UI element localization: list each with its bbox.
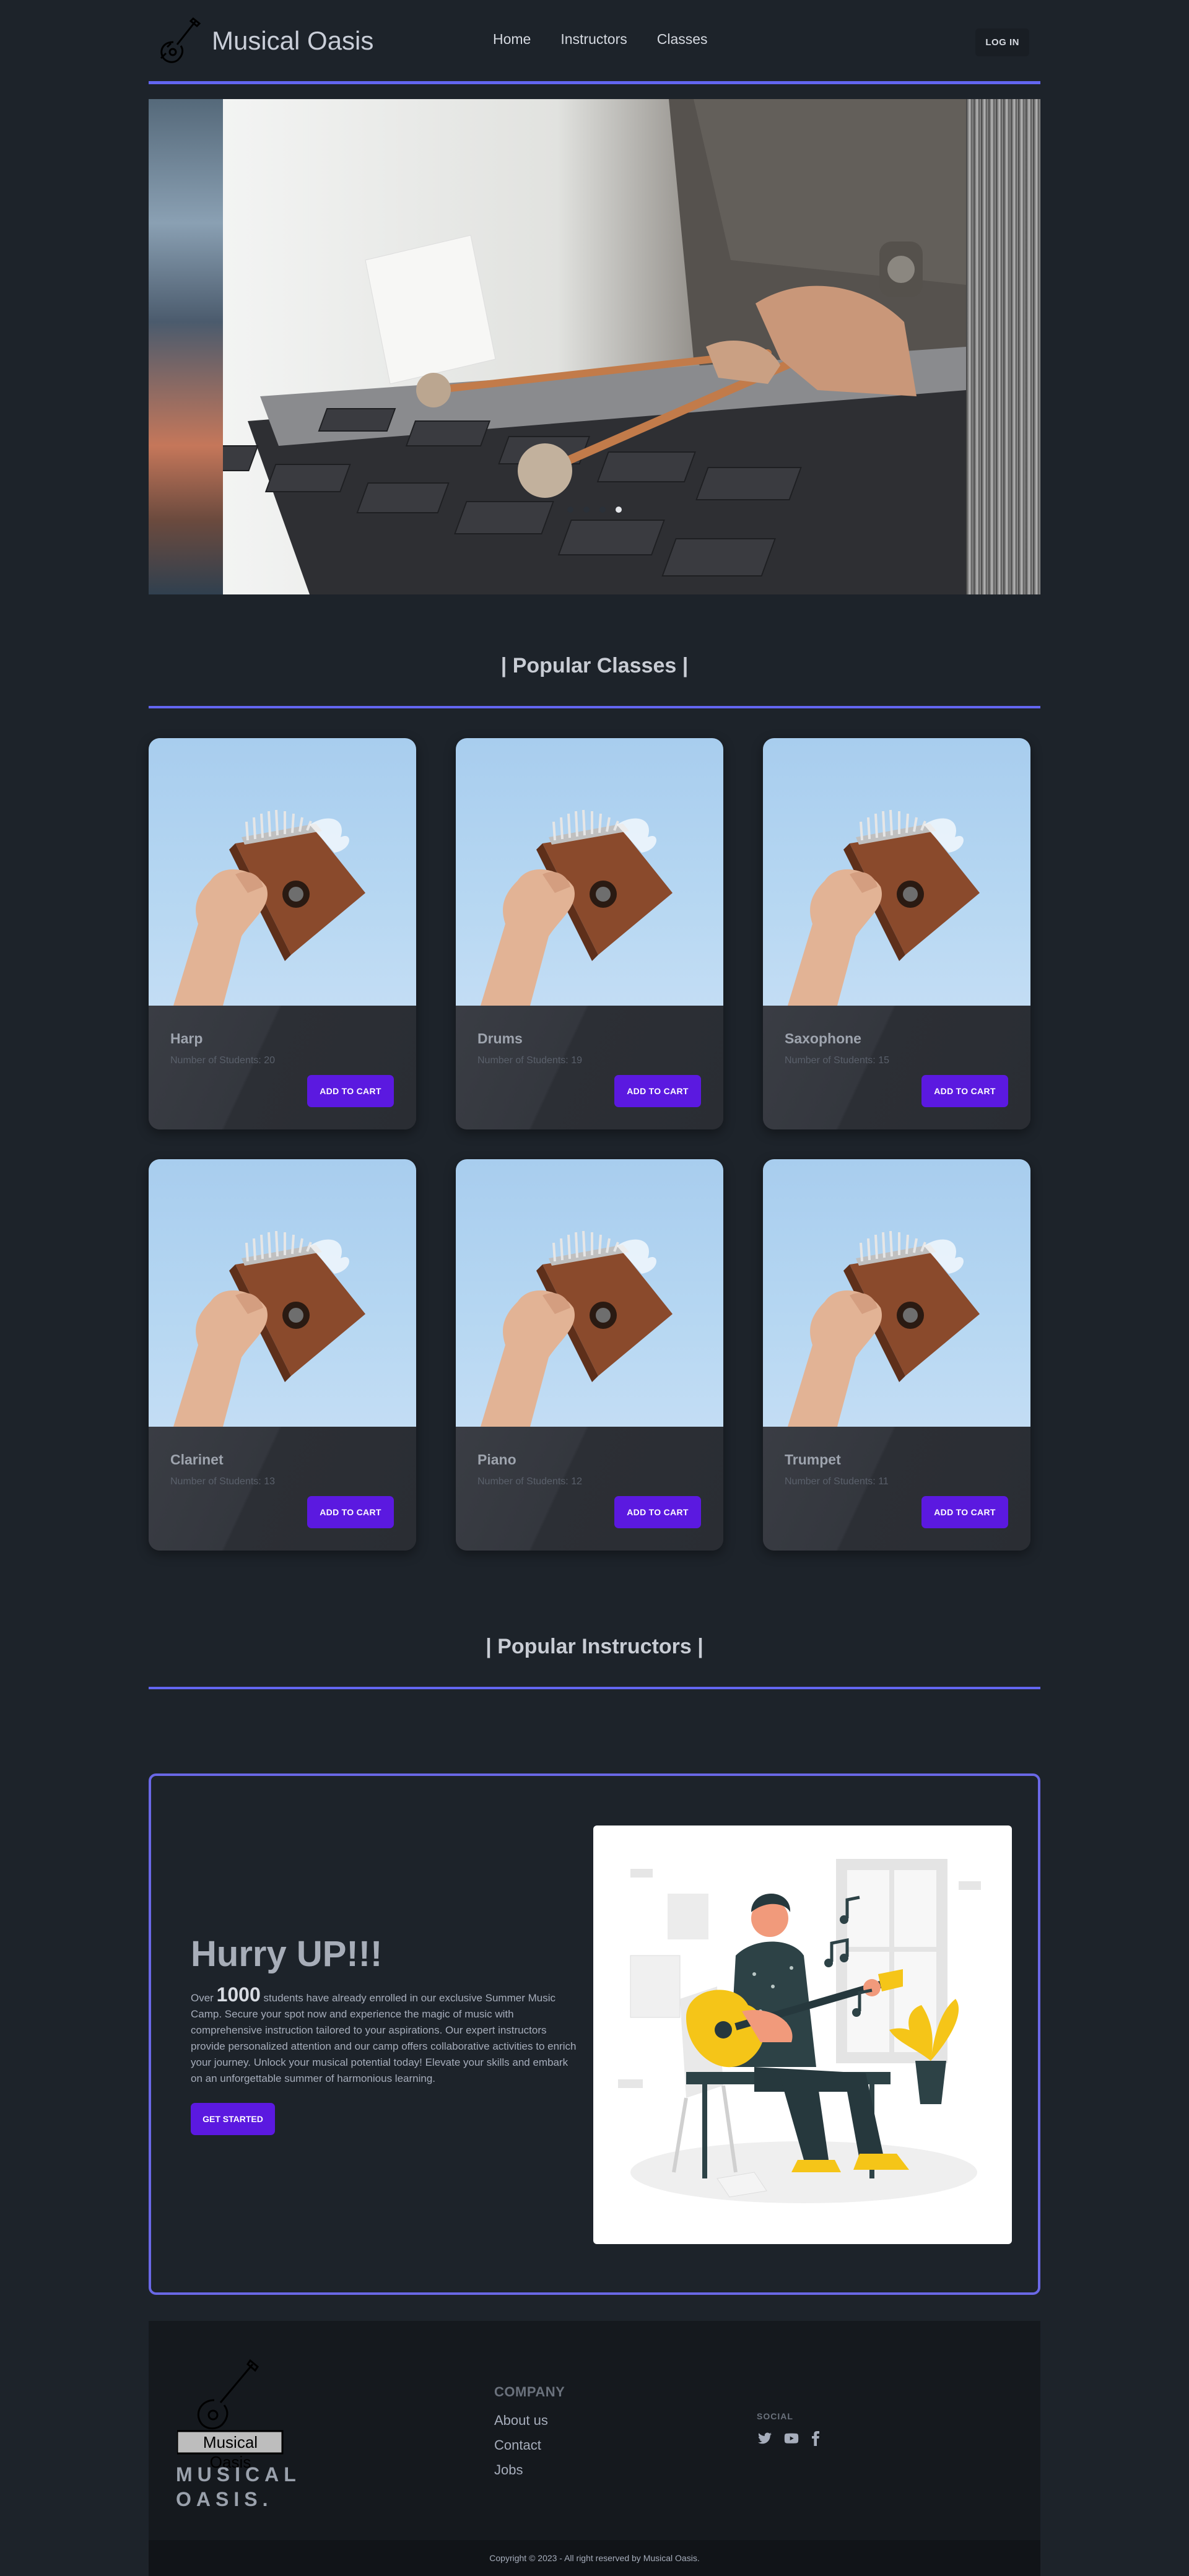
class-students: Number of Students: 11 — [785, 1476, 889, 1487]
carousel-dot[interactable] — [567, 507, 573, 513]
nav-link-classes[interactable]: Classes — [642, 31, 723, 48]
class-card-body: Clarinet Number of Students: 13 ADD TO C… — [149, 1427, 416, 1551]
footer-link-contact[interactable]: Contact — [494, 2437, 541, 2453]
hero-carousel[interactable] — [149, 99, 1040, 594]
guitarist-illustration-svg — [618, 1859, 981, 2203]
hero-image-marimba — [223, 99, 966, 594]
footer: Musical Oasis MUSICAL OASIS. COMPANY Abo… — [149, 2321, 1040, 2576]
promo-text: Over 1000 students have already enrolled… — [191, 1983, 581, 2087]
get-started-button[interactable]: GET STARTED — [191, 2103, 275, 2135]
footer-link-about[interactable]: About us — [494, 2413, 548, 2429]
section-title-popular-classes: | Popular Classes | — [500, 654, 689, 677]
class-students: Number of Students: 13 — [170, 1476, 275, 1487]
carousel-dot[interactable] — [583, 507, 590, 513]
promo-text-prefix: Over — [191, 1992, 217, 2004]
promo-text-body: students have already enrolled in our ex… — [191, 1992, 577, 2084]
brand[interactable]: Musical Oasis — [155, 15, 373, 67]
carousel-dot-active[interactable] — [616, 507, 622, 513]
copyright: Copyright © 2023 - All right reserved by… — [149, 2540, 1040, 2576]
footer-link-jobs[interactable]: Jobs — [494, 2462, 523, 2478]
youtube-icon[interactable] — [783, 2431, 800, 2446]
class-name: Drums — [477, 1030, 523, 1046]
promo-title: Hurry UP!!! — [191, 1934, 383, 1974]
class-image-kalimba — [149, 738, 416, 1006]
popular-classes-header: | Popular Classes | — [149, 654, 1040, 678]
nav-link-instructors[interactable]: Instructors — [546, 31, 642, 48]
class-students: Number of Students: 12 — [477, 1476, 582, 1487]
hero-prev-slide-preview — [149, 99, 223, 594]
class-card: Drums Number of Students: 19 ADD TO CART — [456, 738, 723, 1129]
class-students: Number of Students: 19 — [477, 1055, 582, 1066]
section-title-popular-instructors: | Popular Instructors | — [486, 1635, 703, 1658]
footer-brand-line2: OASIS. — [176, 2488, 273, 2510]
class-card-body: Saxophone Number of Students: 15 ADD TO … — [763, 1006, 1030, 1129]
guitar-logo-icon — [160, 17, 201, 63]
add-to-cart-button[interactable]: ADD TO CART — [921, 1496, 1008, 1528]
class-card-body: Drums Number of Students: 19 ADD TO CART — [456, 1006, 723, 1129]
class-students: Number of Students: 15 — [785, 1055, 889, 1066]
twitter-icon[interactable] — [757, 2431, 773, 2446]
class-image-kalimba — [763, 1159, 1030, 1427]
class-name: Clarinet — [170, 1451, 224, 1468]
footer-logo[interactable]: Musical Oasis — [176, 2352, 289, 2471]
add-to-cart-button[interactable]: ADD TO CART — [614, 1075, 701, 1107]
class-students: Number of Students: 20 — [170, 1055, 275, 1066]
class-card-body: Harp Number of Students: 20 ADD TO CART — [149, 1006, 416, 1129]
guitarist-illustration — [593, 1825, 1012, 2244]
footer-company-title: COMPANY — [494, 2384, 565, 2400]
add-to-cart-button[interactable]: ADD TO CART — [921, 1075, 1008, 1107]
brand-name: Musical Oasis — [212, 26, 374, 55]
class-card: Trumpet Number of Students: 11 ADD TO CA… — [763, 1159, 1030, 1551]
classes-grid: Harp Number of Students: 20 ADD TO CART … — [149, 738, 1040, 1552]
social-icons — [757, 2431, 821, 2446]
section-divider — [149, 706, 1040, 708]
section-divider — [149, 1687, 1040, 1689]
class-card: Saxophone Number of Students: 15 ADD TO … — [763, 738, 1030, 1129]
class-card: Piano Number of Students: 12 ADD TO CART — [456, 1159, 723, 1551]
class-image-kalimba — [456, 1159, 723, 1427]
class-name: Trumpet — [785, 1451, 841, 1468]
marimba-illustration — [223, 99, 966, 594]
class-name: Saxophone — [785, 1030, 861, 1046]
class-image-kalimba — [149, 1159, 416, 1427]
facebook-icon[interactable] — [810, 2431, 821, 2446]
class-name: Piano — [477, 1451, 516, 1468]
popular-instructors-header: | Popular Instructors | — [149, 1635, 1040, 1659]
hero-next-slide-preview — [966, 99, 1040, 594]
add-to-cart-button[interactable]: ADD TO CART — [614, 1496, 701, 1528]
enrolled-count: 1000 — [216, 1983, 261, 2006]
class-card-body: Piano Number of Students: 12 ADD TO CART — [456, 1427, 723, 1551]
add-to-cart-button[interactable]: ADD TO CART — [307, 1075, 394, 1107]
class-card: Clarinet Number of Students: 13 ADD TO C… — [149, 1159, 416, 1551]
class-image-kalimba — [456, 738, 723, 1006]
class-card-body: Trumpet Number of Students: 11 ADD TO CA… — [763, 1427, 1030, 1551]
footer-brand-line1: MUSICAL — [176, 2463, 301, 2486]
nav-link-home[interactable]: Home — [478, 31, 546, 48]
carousel-dots — [149, 507, 1040, 513]
footer-social-title: SOCIAL — [757, 2411, 793, 2421]
promo-section: Hurry UP!!! Over 1000 students have alre… — [149, 1773, 1040, 2295]
navbar: Musical Oasis Home Instructors Classes L… — [149, 0, 1040, 84]
nav-links: Home Instructors Classes — [478, 31, 723, 48]
class-name: Harp — [170, 1030, 203, 1046]
add-to-cart-button[interactable]: ADD TO CART — [307, 1496, 394, 1528]
class-card: Harp Number of Students: 20 ADD TO CART — [149, 738, 416, 1129]
footer-brand-text: MUSICAL OASIS. — [176, 2462, 301, 2512]
carousel-dot[interactable] — [599, 507, 606, 513]
class-image-kalimba — [763, 738, 1030, 1006]
login-button[interactable]: LOG IN — [975, 28, 1029, 56]
